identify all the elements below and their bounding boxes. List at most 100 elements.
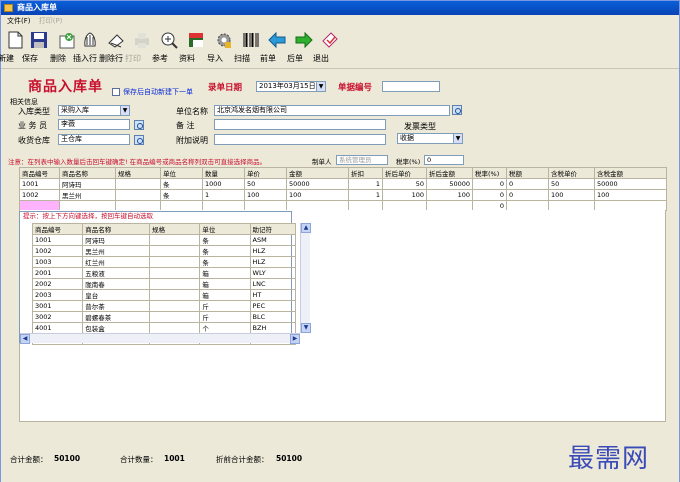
grid-cell[interactable]: 100 (286, 189, 349, 201)
toolbar-button-11[interactable]: 前单 (260, 31, 288, 67)
company-field[interactable]: 北京鸿发名烟有限公司 (214, 105, 450, 116)
grid-cell[interactable]: 0 (472, 189, 507, 201)
popup-row[interactable]: 1001 阿诗玛 条 ASM (31, 234, 297, 246)
popup-cell[interactable]: 条 (199, 245, 251, 257)
popup-cell[interactable] (149, 289, 201, 301)
popup-row[interactable]: 3002 碧螺春茶 斤 BLC (31, 311, 297, 323)
toolbar-button-12[interactable]: 后单 (287, 31, 315, 67)
popup-vertical-scrollbar[interactable]: ▲ ▼ (300, 223, 311, 333)
staff-field[interactable]: 李薇 (58, 119, 130, 130)
popup-cell[interactable]: 碧螺春茶 (82, 311, 151, 323)
popup-row[interactable]: 2001 五粮液 箱 WLY (31, 267, 297, 279)
grid-cell[interactable]: 1000 (202, 178, 245, 190)
grid-column-header[interactable]: 规格 (115, 167, 161, 179)
grid-column-header[interactable]: 单价 (244, 167, 287, 179)
autonew-checkbox[interactable] (112, 88, 120, 96)
grid-column-header[interactable]: 税率(%) (472, 167, 507, 179)
popup-cell[interactable]: 个 (199, 322, 251, 334)
grid-column-header[interactable]: 含税单价 (548, 167, 595, 179)
popup-cell[interactable]: 红兰州 (82, 256, 151, 268)
grid-cell[interactable]: 100 (426, 189, 473, 201)
popup-cell[interactable]: 3001 (31, 300, 84, 312)
grid-cell[interactable]: 黑兰州 (59, 189, 116, 201)
toolbar-button-10[interactable]: 扫描 (234, 31, 262, 67)
popup-cell[interactable]: HT (249, 289, 297, 301)
toolbar-button-2[interactable]: 保存 (22, 31, 50, 67)
grid-cell[interactable] (59, 200, 116, 211)
popup-cell[interactable] (149, 245, 201, 257)
popup-cell[interactable]: 皇台 (82, 289, 151, 301)
popup-cell[interactable]: 1002 (31, 245, 84, 257)
grid-cell[interactable] (115, 200, 161, 211)
company-picker-icon[interactable] (452, 105, 462, 115)
grid-cell[interactable]: 1002 (19, 189, 60, 201)
grid-cell[interactable]: 0 (472, 178, 507, 190)
menu-file[interactable]: 文件(F) (7, 17, 31, 25)
popup-cell[interactable]: 条 (199, 234, 251, 246)
scroll-down-icon[interactable]: ▼ (301, 323, 311, 333)
grid-cell[interactable] (115, 178, 161, 190)
popup-row[interactable]: 2002 陇南春 箱 LNC (31, 278, 297, 290)
grid-cell[interactable] (286, 200, 349, 211)
popup-row[interactable]: 2003 皇台 箱 HT (31, 289, 297, 301)
grid-cell[interactable]: 100 (382, 189, 427, 201)
table-row[interactable]: 0 (19, 200, 667, 211)
grid-cell[interactable]: 阿诗玛 (59, 178, 116, 190)
grid-cell[interactable]: 50 (548, 178, 595, 190)
popup-cell[interactable]: HLZ (249, 256, 297, 268)
extra-field[interactable] (214, 134, 386, 145)
grid-cell[interactable]: 100 (244, 189, 287, 201)
toolbar-button-5[interactable]: 删除行 (99, 31, 127, 67)
popup-cell[interactable]: 1003 (31, 256, 84, 268)
grid-column-header[interactable]: 含税金额 (594, 167, 667, 179)
grid-cell[interactable]: 1001 (19, 178, 60, 190)
grid-cell[interactable]: 0 (506, 178, 549, 190)
grid-cell[interactable]: 0 (472, 200, 507, 211)
grid-cell[interactable] (506, 200, 549, 211)
title-bar[interactable]: 商品入库单 (1, 1, 679, 15)
popup-row[interactable]: 4001 包装盒 个 BZH (31, 322, 297, 334)
popup-cell[interactable]: 4001 (31, 322, 84, 334)
popup-cell[interactable] (149, 234, 201, 246)
grid-cell[interactable] (426, 200, 473, 211)
popup-cell[interactable]: 2001 (31, 267, 84, 279)
grid-column-header[interactable]: 折扣 (348, 167, 383, 179)
grid-cell[interactable]: 0 (506, 189, 549, 201)
grid-cell[interactable]: 50000 (426, 178, 473, 190)
popup-cell[interactable]: 箱 (199, 278, 251, 290)
popup-cell[interactable] (149, 311, 201, 323)
grid-cell[interactable]: 100 (594, 189, 667, 201)
table-row[interactable]: 1002 黑兰州条 1 100 100 1 100 100 0 0 100 100 (19, 189, 667, 201)
scroll-right-icon[interactable]: ▶ (290, 334, 300, 344)
grid-cell[interactable]: 50 (382, 178, 427, 190)
popup-cell[interactable]: 五粮液 (82, 267, 151, 279)
popup-cell[interactable]: 箱 (199, 267, 251, 279)
popup-cell[interactable] (149, 322, 201, 334)
grid-cell[interactable]: 1 (348, 189, 383, 201)
scroll-up-icon[interactable]: ▲ (301, 223, 311, 233)
toolbar-button-4[interactable]: 插入行 (73, 31, 101, 67)
chevron-down-icon[interactable]: ▼ (316, 82, 325, 91)
chevron-down-icon[interactable]: ▼ (453, 134, 462, 143)
popup-cell[interactable]: ASM (249, 234, 297, 246)
grid-cell[interactable] (115, 189, 161, 201)
popup-cell[interactable]: 1001 (31, 234, 84, 246)
grid-cell[interactable]: 50000 (286, 178, 349, 190)
popup-cell[interactable]: 斤 (199, 300, 251, 312)
popup-cell[interactable]: 陇南春 (82, 278, 151, 290)
popup-cell[interactable] (149, 278, 201, 290)
grid-column-header[interactable]: 商品名称 (59, 167, 116, 179)
popup-cell[interactable]: 包装盒 (82, 322, 151, 334)
warehouse-field[interactable]: 王仓库 (58, 134, 130, 145)
popup-cell[interactable]: 2002 (31, 278, 84, 290)
popup-cell[interactable]: 黑兰州 (82, 245, 151, 257)
remark-field[interactable] (214, 119, 386, 130)
in-type-select[interactable]: 采购入库 ▼ (58, 105, 130, 116)
popup-cell[interactable]: 普尔茶 (82, 300, 151, 312)
popup-cell[interactable]: 箱 (199, 289, 251, 301)
grid-column-header[interactable]: 数量 (202, 167, 245, 179)
popup-cell[interactable]: PEC (249, 300, 297, 312)
toolbar-button-13[interactable]: 退出 (313, 31, 341, 67)
popup-horizontal-scrollbar[interactable]: ◀ ▶ (20, 333, 300, 344)
menu-print[interactable]: 打印(P) (39, 17, 63, 25)
